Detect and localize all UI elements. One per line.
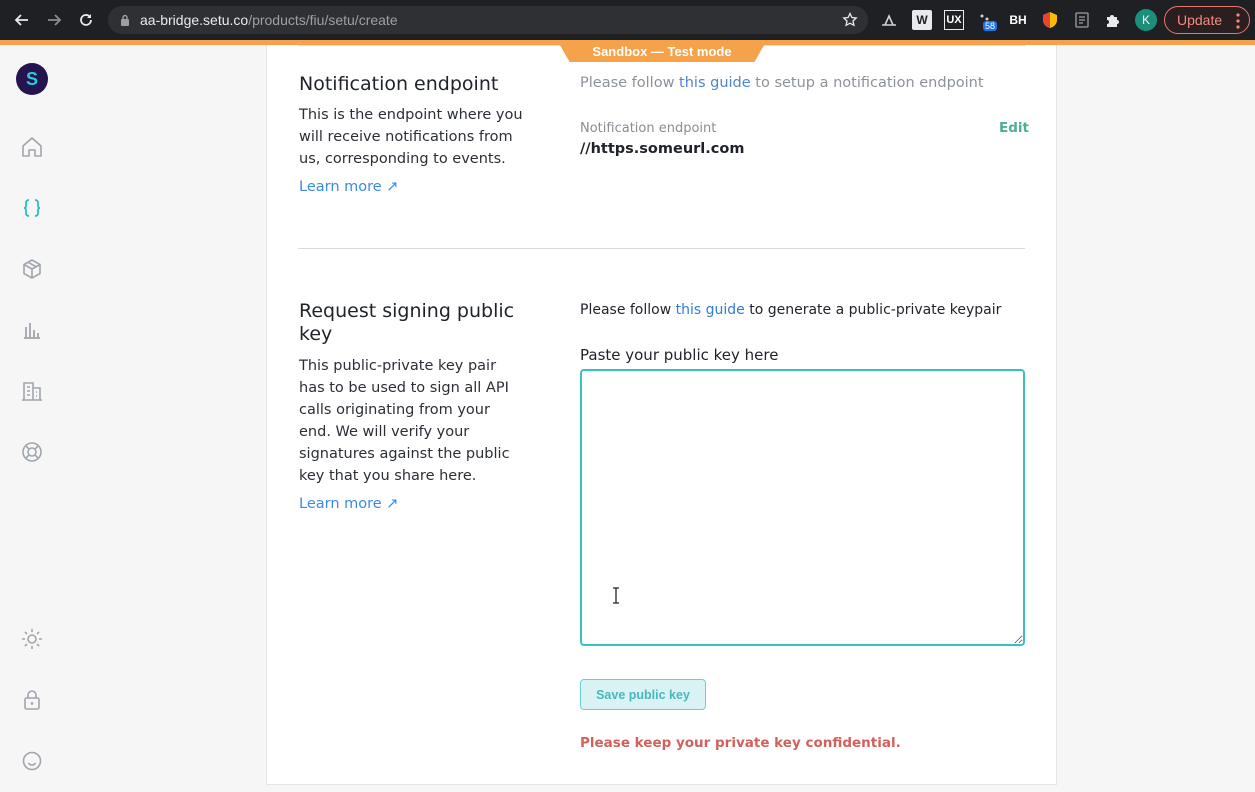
extension-bh-label: BH (1009, 13, 1027, 27)
signing-guide-link[interactable]: this guide (676, 302, 745, 318)
lock-icon (121, 14, 129, 26)
update-label: Update (1177, 12, 1223, 28)
update-button[interactable]: Update (1164, 6, 1250, 34)
notification-description: This is the endpoint where you will rece… (299, 107, 523, 167)
endpoint-field-label: Notification endpoint (580, 121, 717, 136)
signing-description: This public-private key pair has to be u… (299, 358, 510, 484)
text-cursor-icon (613, 587, 619, 604)
arrow-right-icon (48, 14, 62, 26)
notification-learn-more-link[interactable]: Learn more ↗ (299, 179, 398, 195)
sidebar: S (0, 45, 64, 792)
public-key-textarea[interactable] (580, 369, 1025, 646)
guide-suffix: to generate a public-private keypair (744, 302, 1002, 318)
sun-icon[interactable] (20, 627, 44, 651)
code-braces-icon[interactable] (20, 196, 44, 220)
section-divider (298, 248, 1025, 249)
extensions-puzzle-icon[interactable] (1103, 10, 1123, 30)
reload-button[interactable] (70, 4, 102, 36)
notification-guide-link[interactable]: this guide (679, 75, 751, 91)
extension-badge-count: 58 (983, 21, 998, 31)
extension-hat-icon[interactable] (879, 10, 899, 30)
smiley-icon[interactable] (20, 749, 44, 773)
bar-chart-icon[interactable] (20, 318, 44, 342)
public-key-label: Paste your public key here (580, 346, 779, 364)
forward-button[interactable] (38, 4, 70, 36)
sandbox-label: Sandbox — Test mode (592, 43, 732, 59)
back-button[interactable] (6, 4, 38, 36)
extension-ux-label: UX (946, 14, 962, 26)
reload-icon (80, 14, 92, 26)
sandbox-banner: Sandbox — Test mode (557, 40, 767, 62)
notification-title: Notification endpoint (299, 73, 499, 95)
building-icon[interactable] (20, 379, 44, 403)
lifebuoy-icon[interactable] (20, 440, 44, 464)
extension-document-icon[interactable] (1072, 10, 1092, 30)
url-path: /products/fiu/setu/create (248, 12, 398, 28)
extension-w-icon[interactable]: W (912, 10, 932, 30)
extension-bh-icon[interactable]: BH (1008, 10, 1028, 30)
save-public-key-button[interactable]: Save public key (580, 679, 706, 710)
signing-guide-text: Please follow this guide to generate a p… (580, 302, 1001, 318)
guide-prefix: Please follow (580, 302, 676, 318)
guide-suffix: to setup a notification endpoint (750, 75, 984, 91)
profile-avatar[interactable]: K (1135, 9, 1157, 31)
private-key-warning: Please keep your private key confidentia… (580, 735, 901, 751)
more-vertical-icon[interactable] (1236, 13, 1240, 29)
bookmark-star-icon[interactable] (842, 12, 858, 28)
browser-toolbar: aa-bridge.setu.co/products/fiu/setu/crea… (0, 0, 1255, 40)
url-domain: aa-bridge.setu.co (140, 12, 249, 28)
setu-logo[interactable]: S (16, 63, 48, 95)
endpoint-field-value: //https.someurl.com (580, 141, 745, 157)
extension-w-label: W (916, 13, 928, 27)
signing-learn-more-link[interactable]: Learn more ↗ (299, 496, 398, 512)
extension-ux-icon[interactable]: UX (944, 10, 964, 30)
lock-icon[interactable] (20, 688, 44, 712)
address-bar[interactable]: aa-bridge.setu.co/products/fiu/setu/crea… (108, 6, 868, 34)
notification-guide-text: Please follow this guide to setup a noti… (580, 75, 984, 91)
package-icon[interactable] (20, 257, 44, 281)
signing-title: Request signing public key (299, 300, 515, 345)
extension-shield-icon[interactable] (1040, 10, 1060, 30)
home-icon[interactable] (20, 135, 44, 159)
guide-prefix: Please follow (580, 75, 680, 91)
logo-letter: S (25, 68, 38, 89)
profile-initial: K (1141, 13, 1150, 27)
edit-endpoint-button[interactable]: Edit (999, 120, 1029, 136)
arrow-left-icon (14, 14, 28, 26)
